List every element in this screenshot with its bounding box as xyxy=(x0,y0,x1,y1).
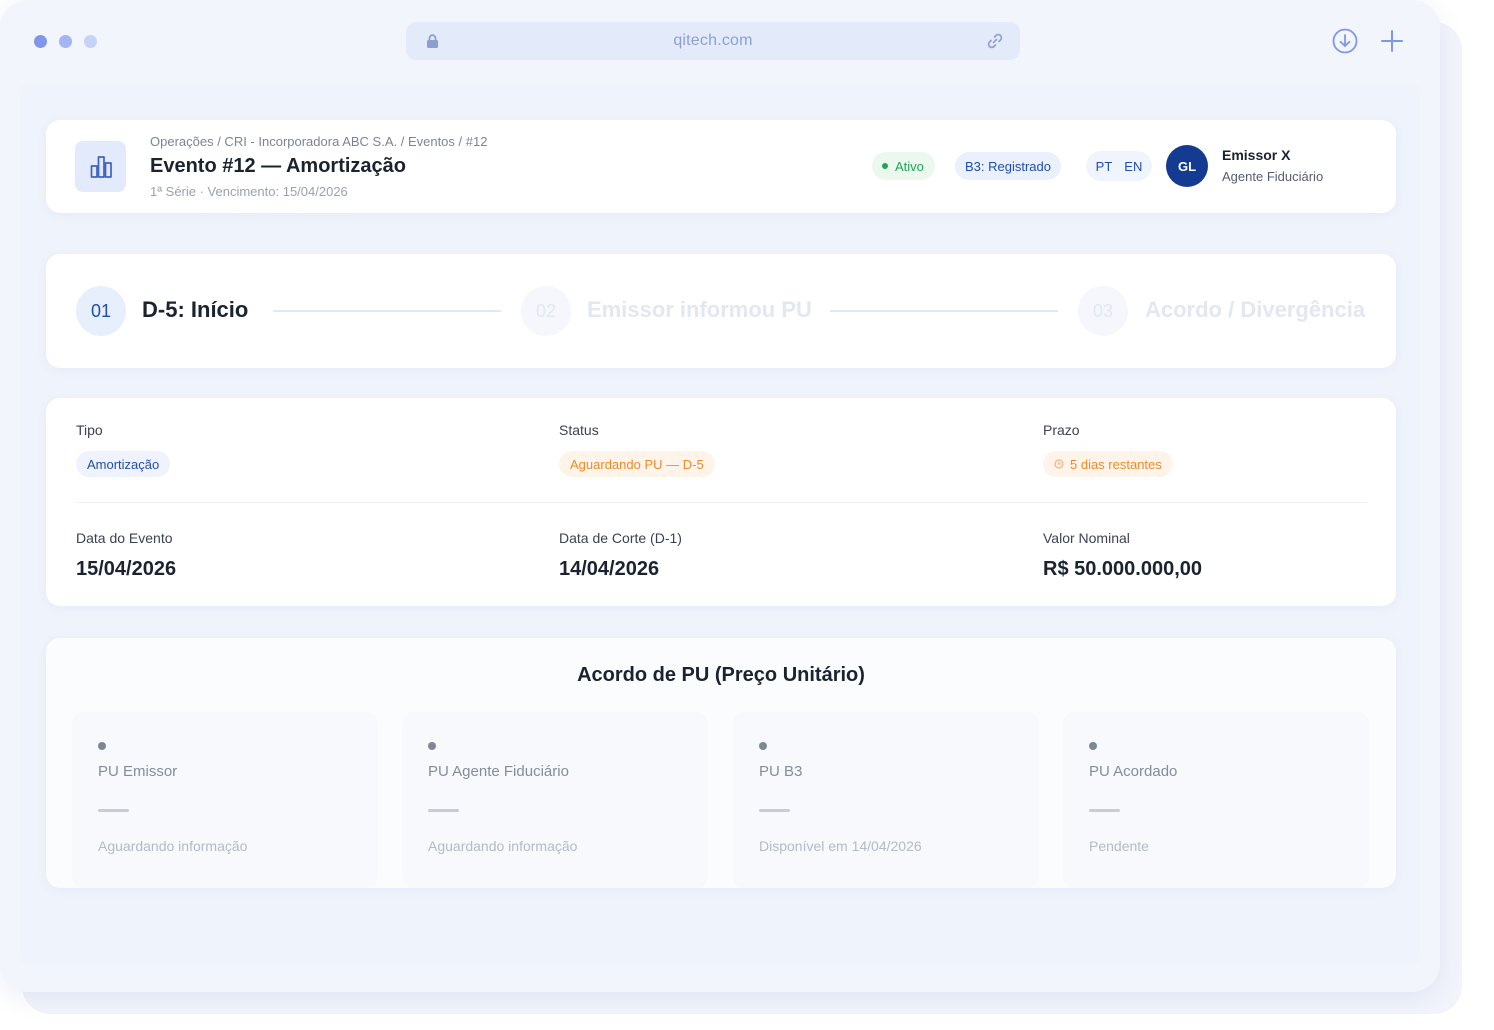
pu-value-empty xyxy=(1089,809,1120,812)
valor-nominal-label: Valor Nominal xyxy=(1043,530,1130,546)
pu-label: PU B3 xyxy=(759,763,803,780)
pu-emissor-card: PU Emissor Aguardando informação xyxy=(72,712,378,888)
step-label: Emissor informou PU xyxy=(587,297,812,322)
status-field: Status Aguardando PU — D-5 xyxy=(559,422,715,477)
status-badge: Ativo xyxy=(872,152,935,180)
url-text: qitech.com xyxy=(673,32,753,49)
language-toggle: PT EN xyxy=(1086,151,1152,181)
data-evento-field: Data do Evento 15/04/2026 xyxy=(76,530,176,581)
breadcrumb[interactable]: Operações / CRI - Incorporadora ABC S.A.… xyxy=(150,134,487,149)
tipo-badge: Amortização xyxy=(76,451,171,477)
window-dot-maximize[interactable] xyxy=(84,35,97,48)
link-icon[interactable] xyxy=(986,32,1004,55)
pu-title: Acordo de PU (Preço Unitário) xyxy=(577,664,865,686)
window-dot-minimize[interactable] xyxy=(59,35,72,48)
b3-badge: B3: Registrado xyxy=(955,152,1061,180)
data-evento-value: 15/04/2026 xyxy=(76,558,177,580)
data-corte-label: Data de Corte (D-1) xyxy=(559,530,682,546)
status-dot-icon xyxy=(882,163,888,169)
browser-window: qitech.com Operações / CRI - Incorporado… xyxy=(0,0,1440,992)
prazo-field: Prazo 5 dias restantes xyxy=(1043,422,1173,477)
prazo-label: Prazo xyxy=(1043,422,1080,438)
browser-titlebar: qitech.com xyxy=(0,0,1440,84)
step-number: 02 xyxy=(521,286,571,336)
page-title: Evento #12 — Amortização xyxy=(150,155,407,177)
window-dot-close[interactable] xyxy=(34,35,47,48)
language-option-en[interactable]: EN xyxy=(1124,159,1142,174)
pu-acordado-card: PU Acordado Pendente xyxy=(1063,712,1369,888)
plus-icon[interactable] xyxy=(1379,28,1405,54)
pu-b3-card: PU B3 Disponível em 14/04/2026 xyxy=(733,712,1039,888)
event-header: Operações / CRI - Incorporadora ABC S.A.… xyxy=(46,120,1396,213)
pu-status: Disponível em 14/04/2026 xyxy=(759,838,922,854)
status-badge-label: Ativo xyxy=(895,158,924,174)
pu-value-empty xyxy=(759,809,790,812)
page-content: Operações / CRI - Incorporadora ABC S.A.… xyxy=(20,84,1420,964)
step-connector xyxy=(830,310,1058,312)
data-evento-label: Data do Evento xyxy=(76,530,173,546)
pu-status: Aguardando informação xyxy=(428,838,578,854)
data-corte-value: 14/04/2026 xyxy=(559,558,660,580)
event-details: Tipo Amortização Status Aguardando PU — … xyxy=(46,398,1396,606)
status-dot-icon xyxy=(759,742,767,750)
clock-icon xyxy=(1054,457,1064,472)
pu-agreement-panel: Acordo de PU (Preço Unitário) PU Emissor… xyxy=(46,638,1396,888)
step-label: D-5: Início xyxy=(142,297,249,322)
pu-status: Aguardando informação xyxy=(98,838,248,854)
prazo-chip: 5 dias restantes xyxy=(1043,451,1173,477)
download-icon[interactable] xyxy=(1332,28,1358,54)
pu-status: Pendente xyxy=(1089,838,1149,854)
event-stepper: 01 D-5: Início 02 Emissor informou PU 03… xyxy=(46,254,1396,368)
user-role: Agente Fiduciário xyxy=(1222,169,1324,184)
pu-value-empty xyxy=(428,809,459,812)
prazo-value: 5 dias restantes xyxy=(1070,456,1162,472)
status-label: Status xyxy=(559,422,599,438)
tipo-field: Tipo Amortização xyxy=(76,422,171,477)
status-dot-icon xyxy=(98,742,106,750)
data-corte-field: Data de Corte (D-1) 14/04/2026 xyxy=(559,530,682,581)
pu-value-empty xyxy=(98,809,129,812)
status-dot-icon xyxy=(428,742,436,750)
status-dot-icon xyxy=(1089,742,1097,750)
tipo-label: Tipo xyxy=(76,422,103,438)
step-number: 01 xyxy=(76,286,126,336)
language-option-pt[interactable]: PT xyxy=(1096,159,1113,174)
status-chip: Aguardando PU — D-5 xyxy=(559,451,715,477)
valor-nominal-field: Valor Nominal R$ 50.000.000,00 xyxy=(1043,530,1202,581)
user-name: Emissor X xyxy=(1222,147,1291,163)
pu-label: PU Agente Fiduciário xyxy=(428,763,569,780)
step-label: Acordo / Divergência xyxy=(1145,297,1366,322)
pu-label: PU Acordado xyxy=(1089,763,1178,780)
page-subtitle: 1ª Série · Vencimento: 15/04/2026 xyxy=(150,184,348,199)
chart-icon xyxy=(75,141,126,192)
pu-agente-card: PU Agente Fiduciário Aguardando informaç… xyxy=(402,712,708,888)
valor-nominal-value: R$ 50.000.000,00 xyxy=(1043,558,1203,580)
step-connector xyxy=(273,310,501,312)
address-bar[interactable]: qitech.com xyxy=(406,22,1020,60)
step-number: 03 xyxy=(1078,286,1128,336)
divider xyxy=(76,502,1368,503)
avatar[interactable]: GL xyxy=(1166,145,1208,187)
pu-label: PU Emissor xyxy=(98,763,178,780)
